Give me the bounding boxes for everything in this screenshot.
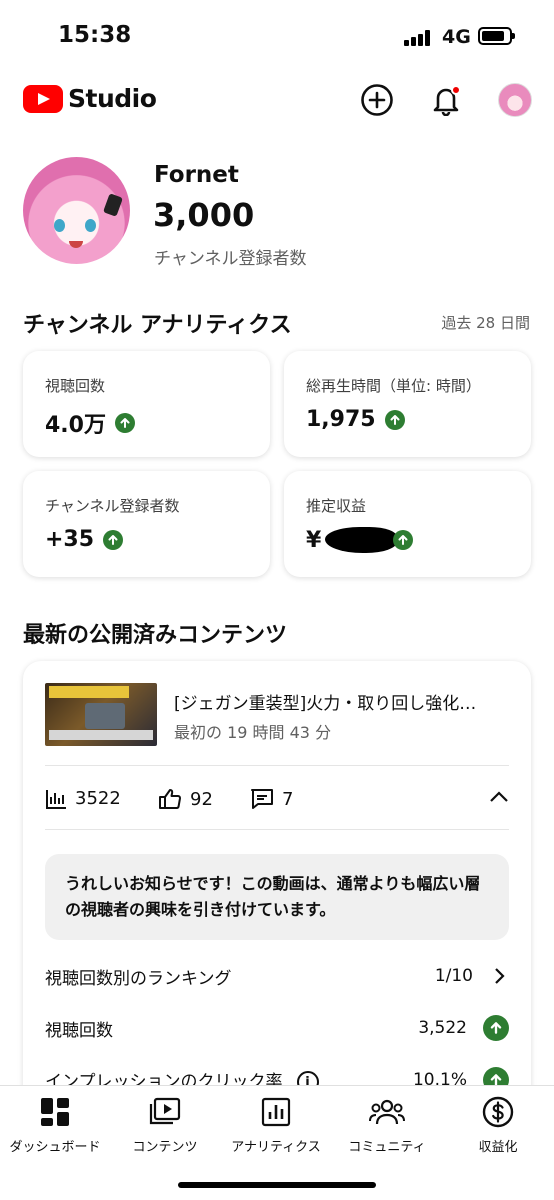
youtube-studio-logo[interactable]: Studio [23,84,157,113]
views-card[interactable]: 視聴回数 4.0万 [23,351,270,457]
video-time: 最初の 19 時間 43 分 [174,723,332,742]
video-thumbnail[interactable] [45,683,157,746]
divider [45,765,509,766]
info-icon[interactable]: i [296,1071,319,1085]
logo-text: Studio [68,84,157,113]
status-time: 15:38 [58,22,132,48]
nav-community[interactable]: コミュニティ [332,1094,442,1155]
stat-value: ¥ [306,527,414,553]
account-avatar [498,83,532,117]
performance-notice: うれしいお知らせです！この動画は、通常よりも幅広い層の視聴者の興味を引き付けてい… [45,854,509,940]
row-label: 視聴回数 [45,1020,113,1041]
nav-label: アナリティクス [231,1140,321,1155]
chevron-right-icon [495,968,505,984]
arrow-up-icon [384,409,405,430]
account-button[interactable] [495,80,535,120]
youtube-play-icon [23,84,63,113]
subscriber-label: チャンネル登録者数 [154,249,307,269]
stat-value: +35 [45,527,124,552]
notifications-button[interactable] [426,80,466,120]
row-value: 10.1% [412,1070,467,1085]
video-title[interactable]: [ジェガン重装型]火力・取り回し強化… [174,689,514,714]
analytics-period: 過去 28 日間 [441,314,530,332]
row-label: インプレッションのクリック率 i [45,1067,413,1085]
arrow-up-icon [483,1067,509,1085]
subscribers-card[interactable]: チャンネル登録者数 +35 [23,471,270,577]
nav-dashboard[interactable]: ダッシュボード [0,1094,110,1155]
bottom-navigation: ダッシュボード コンテンツ アナリティクス コミュニティ 収益化 [0,1085,554,1200]
stat-value: 1,975 [306,407,405,432]
analytics-title: チャンネル アナリティクス [23,313,292,338]
thumb-up-icon [159,789,181,809]
nav-content[interactable]: コンテンツ [110,1094,220,1155]
arrow-up-icon [103,529,124,550]
stat-label: 総再生時間（単位: 時間） [306,377,481,395]
views-metric: 3522 [45,788,121,809]
row-value: 3,522 [418,1018,467,1038]
watch-time-card[interactable]: 総再生時間（単位: 時間） 1,975 [284,351,531,457]
dollar-circle-icon [482,1096,514,1128]
nav-label: コミュニティ [348,1140,426,1155]
revenue-card[interactable]: 推定収益 ¥ [284,471,531,577]
latest-video-card: [ジェガン重装型]火力・取り回し強化… 最初の 19 時間 43 分 3522 … [23,661,531,1085]
redacted-value [325,527,398,553]
network-type: 4G [442,26,471,48]
nav-label: 収益化 [478,1140,518,1155]
row-value: 1/10 [434,966,473,986]
latest-content-title: 最新の公開済みコンテンツ [23,623,288,648]
app-header: Studio [0,70,554,130]
stat-label: チャンネル登録者数 [45,497,180,515]
nav-analytics[interactable]: アナリティクス [221,1094,331,1155]
channel-avatar[interactable] [23,157,130,264]
stat-value: 4.0万 [45,407,135,439]
likes-metric: 92 [158,788,213,810]
channel-name: Fornet [154,162,239,188]
battery-icon [478,27,515,45]
views-row: 視聴回数 3,522 [45,1013,509,1043]
divider [45,829,509,830]
ranking-row[interactable]: 視聴回数別のランキング 1/10 [45,961,509,991]
nav-monetization[interactable]: 収益化 [443,1094,553,1155]
arrow-up-icon [483,1015,509,1041]
community-icon [369,1099,405,1125]
collapse-button[interactable] [487,785,511,813]
stat-label: 視聴回数 [45,377,106,395]
dashboard-icon [41,1098,69,1126]
plus-circle-icon [361,84,393,116]
row-label: 視聴回数別のランキング [45,968,232,989]
comment-icon [251,789,273,809]
ctr-row: インプレッションのクリック率 i 10.1% [45,1065,509,1085]
analytics-icon [261,1097,291,1127]
arrow-up-icon [114,413,135,433]
status-bar: 15:38 4G [0,0,554,70]
comments-metric: 7 [250,788,293,810]
notification-dot [451,85,461,95]
signal-icon [404,30,432,46]
bar-chart-icon [46,789,66,809]
subscriber-count: 3,000 [153,196,255,234]
arrow-up-icon [393,530,414,550]
chevron-up-icon [490,791,508,802]
nav-label: コンテンツ [132,1140,198,1155]
stat-label: 推定収益 [306,497,367,515]
video-library-icon [149,1097,181,1125]
home-indicator [178,1182,376,1188]
nav-label: ダッシュボード [9,1140,101,1155]
create-button[interactable] [357,80,397,120]
dashboard-content: Fornet 3,000 チャンネル登録者数 チャンネル アナリティクス 過去 … [0,130,554,1085]
